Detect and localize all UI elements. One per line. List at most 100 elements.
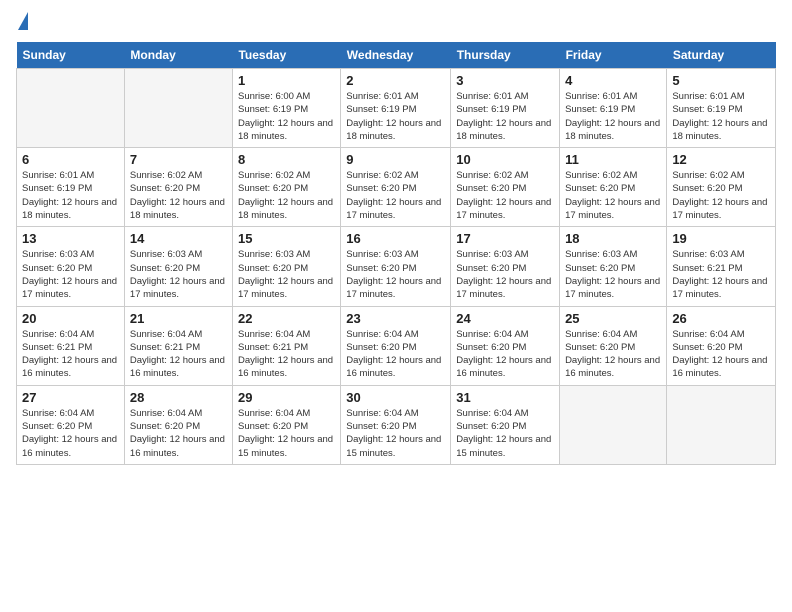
day-number: 31: [456, 390, 554, 405]
calendar-cell: 26 Sunrise: 6:04 AM Sunset: 6:20 PM Dayli…: [667, 306, 776, 385]
day-number: 26: [672, 311, 770, 326]
calendar-cell: 13 Sunrise: 6:03 AM Sunset: 6:20 PM Dayli…: [17, 227, 125, 306]
calendar-cell: [667, 385, 776, 464]
logo: [16, 16, 28, 30]
calendar-cell: 3 Sunrise: 6:01 AM Sunset: 6:19 PM Daylig…: [451, 69, 560, 148]
day-info: Sunrise: 6:03 AM Sunset: 6:21 PM Dayligh…: [672, 248, 770, 301]
calendar-cell: 30 Sunrise: 6:04 AM Sunset: 6:20 PM Dayli…: [341, 385, 451, 464]
calendar-week-1: 1 Sunrise: 6:00 AM Sunset: 6:19 PM Daylig…: [17, 69, 776, 148]
day-info: Sunrise: 6:01 AM Sunset: 6:19 PM Dayligh…: [672, 90, 770, 143]
day-number: 25: [565, 311, 661, 326]
day-info: Sunrise: 6:04 AM Sunset: 6:20 PM Dayligh…: [346, 328, 445, 381]
day-info: Sunrise: 6:04 AM Sunset: 6:20 PM Dayligh…: [346, 407, 445, 460]
calendar-cell: 15 Sunrise: 6:03 AM Sunset: 6:20 PM Dayli…: [232, 227, 340, 306]
calendar-cell: 11 Sunrise: 6:02 AM Sunset: 6:20 PM Dayli…: [560, 148, 667, 227]
day-info: Sunrise: 6:03 AM Sunset: 6:20 PM Dayligh…: [346, 248, 445, 301]
day-info: Sunrise: 6:04 AM Sunset: 6:20 PM Dayligh…: [456, 407, 554, 460]
day-info: Sunrise: 6:04 AM Sunset: 6:20 PM Dayligh…: [672, 328, 770, 381]
day-number: 8: [238, 152, 335, 167]
calendar-cell: 31 Sunrise: 6:04 AM Sunset: 6:20 PM Dayli…: [451, 385, 560, 464]
day-info: Sunrise: 6:04 AM Sunset: 6:20 PM Dayligh…: [22, 407, 119, 460]
calendar-cell: 25 Sunrise: 6:04 AM Sunset: 6:20 PM Dayli…: [560, 306, 667, 385]
day-info: Sunrise: 6:03 AM Sunset: 6:20 PM Dayligh…: [565, 248, 661, 301]
calendar-cell: 19 Sunrise: 6:03 AM Sunset: 6:21 PM Dayli…: [667, 227, 776, 306]
calendar-cell: 18 Sunrise: 6:03 AM Sunset: 6:20 PM Dayli…: [560, 227, 667, 306]
day-number: 19: [672, 231, 770, 246]
calendar-cell: 2Sunrise: 6:01 AM Sunset: 6:19 PM Daylig…: [341, 69, 451, 148]
day-info: Sunrise: 6:03 AM Sunset: 6:20 PM Dayligh…: [130, 248, 227, 301]
day-header-friday: Friday: [560, 42, 667, 69]
day-info: Sunrise: 6:01 AM Sunset: 6:19 PM Dayligh…: [22, 169, 119, 222]
calendar-cell: 9Sunrise: 6:02 AM Sunset: 6:20 PM Daylig…: [341, 148, 451, 227]
calendar-cell: 23Sunrise: 6:04 AM Sunset: 6:20 PM Dayli…: [341, 306, 451, 385]
calendar-cell: 29Sunrise: 6:04 AM Sunset: 6:20 PM Dayli…: [232, 385, 340, 464]
day-number: 10: [456, 152, 554, 167]
day-info: Sunrise: 6:03 AM Sunset: 6:20 PM Dayligh…: [22, 248, 119, 301]
day-info: Sunrise: 6:02 AM Sunset: 6:20 PM Dayligh…: [346, 169, 445, 222]
day-number: 11: [565, 152, 661, 167]
day-number: 28: [130, 390, 227, 405]
calendar-cell: 6 Sunrise: 6:01 AM Sunset: 6:19 PM Daylig…: [17, 148, 125, 227]
calendar-cell: 7 Sunrise: 6:02 AM Sunset: 6:20 PM Daylig…: [124, 148, 232, 227]
page-header: [16, 16, 776, 30]
calendar-cell: 10Sunrise: 6:02 AM Sunset: 6:20 PM Dayli…: [451, 148, 560, 227]
day-info: Sunrise: 6:02 AM Sunset: 6:20 PM Dayligh…: [238, 169, 335, 222]
day-header-wednesday: Wednesday: [341, 42, 451, 69]
day-number: 13: [22, 231, 119, 246]
day-number: 29: [238, 390, 335, 405]
calendar-cell: 12 Sunrise: 6:02 AM Sunset: 6:20 PM Dayli…: [667, 148, 776, 227]
day-info: Sunrise: 6:00 AM Sunset: 6:19 PM Dayligh…: [238, 90, 335, 143]
day-number: 7: [130, 152, 227, 167]
day-info: Sunrise: 6:04 AM Sunset: 6:20 PM Dayligh…: [565, 328, 661, 381]
day-info: Sunrise: 6:03 AM Sunset: 6:20 PM Dayligh…: [456, 248, 554, 301]
calendar-header-row: SundayMondayTuesdayWednesdayThursdayFrid…: [17, 42, 776, 69]
day-header-thursday: Thursday: [451, 42, 560, 69]
calendar-cell: [17, 69, 125, 148]
calendar-cell: 14 Sunrise: 6:03 AM Sunset: 6:20 PM Dayli…: [124, 227, 232, 306]
day-number: 2: [346, 73, 445, 88]
day-number: 12: [672, 152, 770, 167]
calendar-week-5: 27Sunrise: 6:04 AM Sunset: 6:20 PM Dayli…: [17, 385, 776, 464]
day-info: Sunrise: 6:03 AM Sunset: 6:20 PM Dayligh…: [238, 248, 335, 301]
calendar-cell: 8 Sunrise: 6:02 AM Sunset: 6:20 PM Daylig…: [232, 148, 340, 227]
day-info: Sunrise: 6:04 AM Sunset: 6:20 PM Dayligh…: [130, 407, 227, 460]
day-number: 5: [672, 73, 770, 88]
day-number: 14: [130, 231, 227, 246]
day-header-monday: Monday: [124, 42, 232, 69]
day-number: 17: [456, 231, 554, 246]
calendar-cell: 27Sunrise: 6:04 AM Sunset: 6:20 PM Dayli…: [17, 385, 125, 464]
calendar-cell: 5 Sunrise: 6:01 AM Sunset: 6:19 PM Daylig…: [667, 69, 776, 148]
calendar-cell: 28 Sunrise: 6:04 AM Sunset: 6:20 PM Dayli…: [124, 385, 232, 464]
day-info: Sunrise: 6:04 AM Sunset: 6:21 PM Dayligh…: [22, 328, 119, 381]
day-info: Sunrise: 6:02 AM Sunset: 6:20 PM Dayligh…: [672, 169, 770, 222]
day-number: 15: [238, 231, 335, 246]
day-number: 18: [565, 231, 661, 246]
calendar-week-4: 20Sunrise: 6:04 AM Sunset: 6:21 PM Dayli…: [17, 306, 776, 385]
day-header-sunday: Sunday: [17, 42, 125, 69]
calendar-cell: 16Sunrise: 6:03 AM Sunset: 6:20 PM Dayli…: [341, 227, 451, 306]
day-info: Sunrise: 6:04 AM Sunset: 6:20 PM Dayligh…: [456, 328, 554, 381]
calendar-cell: 1 Sunrise: 6:00 AM Sunset: 6:19 PM Daylig…: [232, 69, 340, 148]
calendar-week-3: 13 Sunrise: 6:03 AM Sunset: 6:20 PM Dayli…: [17, 227, 776, 306]
day-number: 30: [346, 390, 445, 405]
day-number: 3: [456, 73, 554, 88]
day-header-saturday: Saturday: [667, 42, 776, 69]
day-number: 24: [456, 311, 554, 326]
day-header-tuesday: Tuesday: [232, 42, 340, 69]
day-number: 6: [22, 152, 119, 167]
day-number: 4: [565, 73, 661, 88]
calendar-cell: [560, 385, 667, 464]
calendar-week-2: 6 Sunrise: 6:01 AM Sunset: 6:19 PM Daylig…: [17, 148, 776, 227]
calendar-cell: [124, 69, 232, 148]
day-number: 22: [238, 311, 335, 326]
day-info: Sunrise: 6:01 AM Sunset: 6:19 PM Dayligh…: [456, 90, 554, 143]
day-info: Sunrise: 6:01 AM Sunset: 6:19 PM Dayligh…: [565, 90, 661, 143]
day-number: 21: [130, 311, 227, 326]
calendar-cell: 4 Sunrise: 6:01 AM Sunset: 6:19 PM Daylig…: [560, 69, 667, 148]
logo-triangle-icon: [18, 12, 28, 30]
day-info: Sunrise: 6:02 AM Sunset: 6:20 PM Dayligh…: [565, 169, 661, 222]
day-info: Sunrise: 6:02 AM Sunset: 6:20 PM Dayligh…: [130, 169, 227, 222]
day-number: 1: [238, 73, 335, 88]
calendar-cell: 20Sunrise: 6:04 AM Sunset: 6:21 PM Dayli…: [17, 306, 125, 385]
day-info: Sunrise: 6:04 AM Sunset: 6:21 PM Dayligh…: [238, 328, 335, 381]
